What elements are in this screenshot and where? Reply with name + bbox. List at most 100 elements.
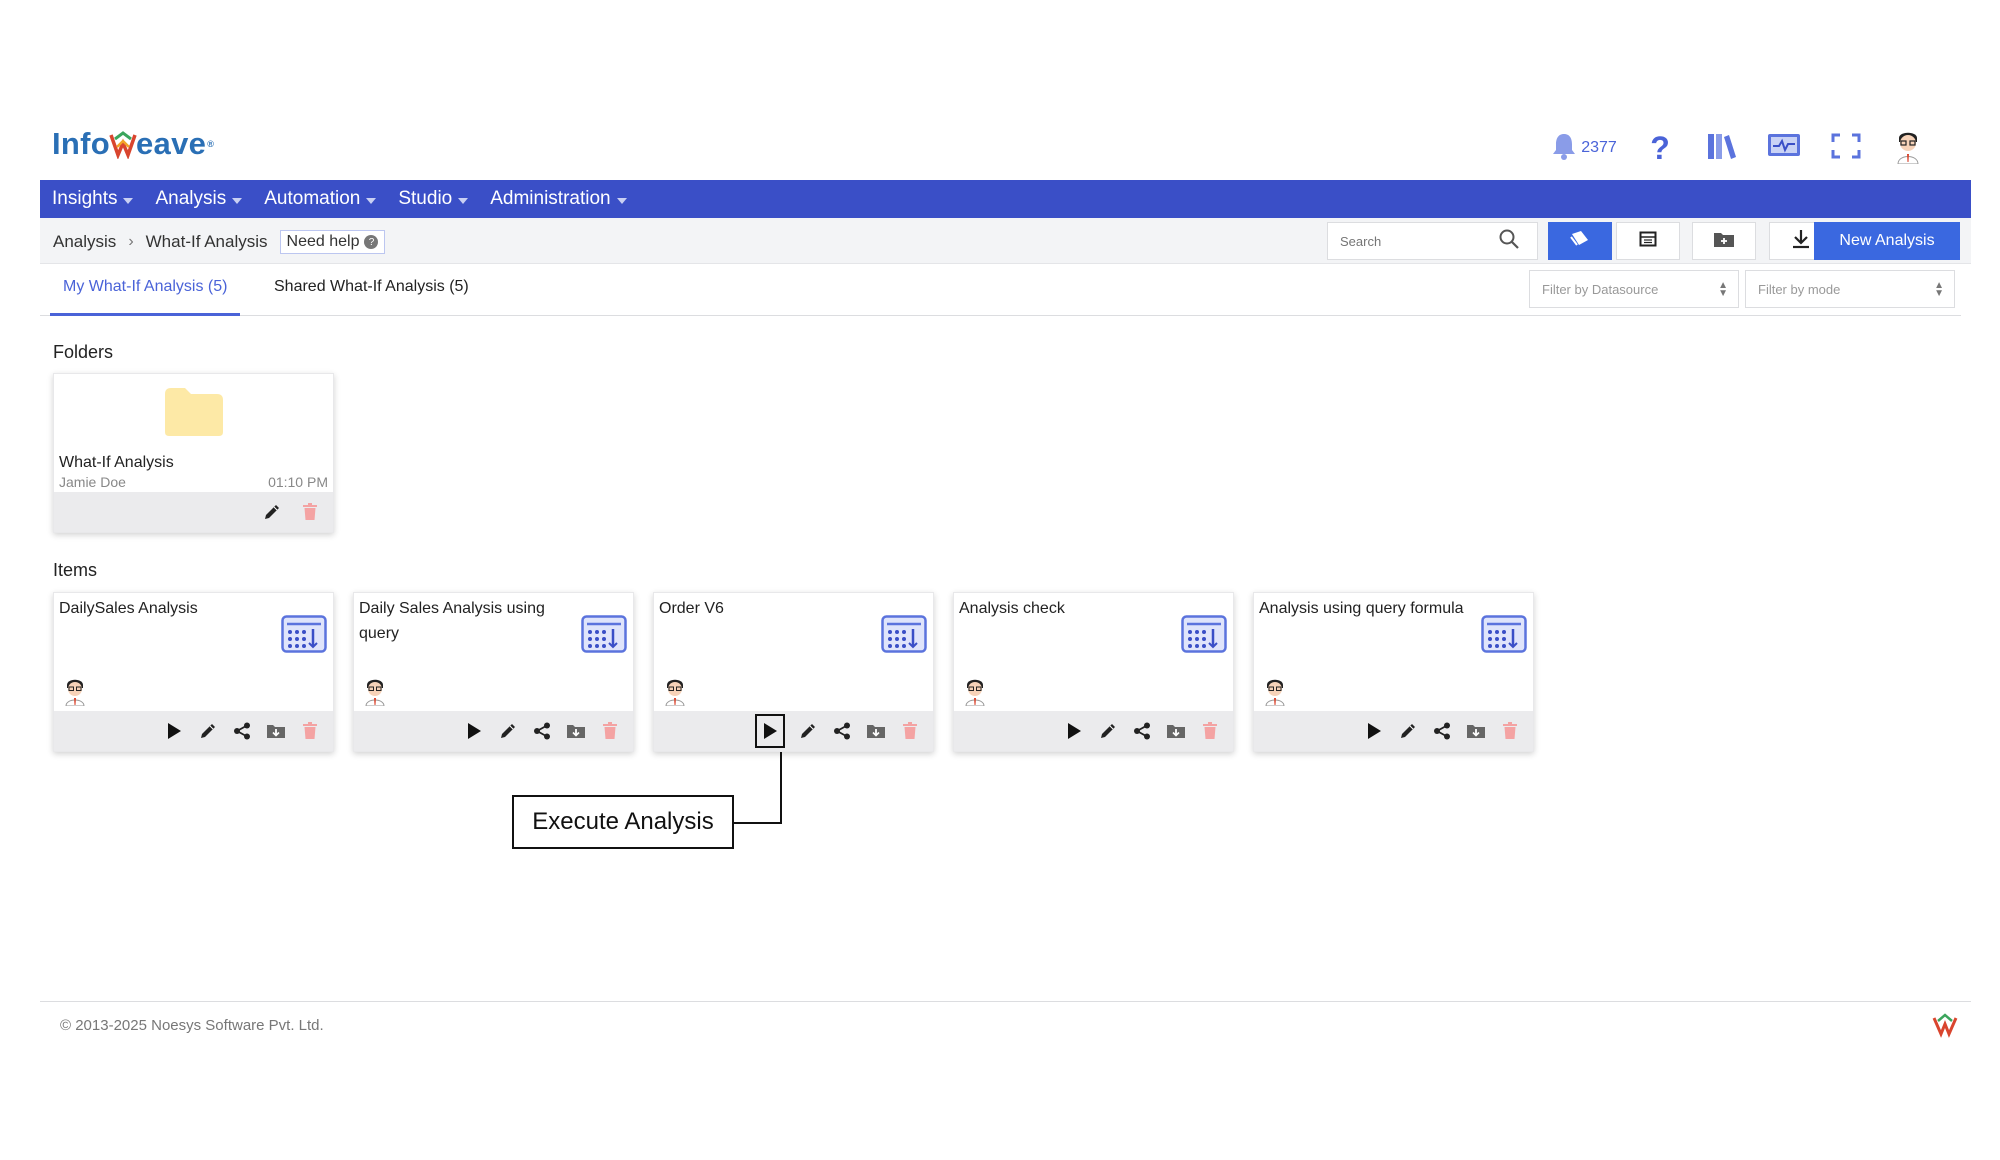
caret-down-icon bbox=[616, 197, 627, 204]
filter-datasource-select[interactable]: Filter by Datasource ▲ ▼ bbox=[1529, 270, 1739, 308]
delete-icon[interactable] bbox=[1199, 720, 1221, 742]
callout-connector bbox=[734, 822, 782, 824]
execute-play-icon[interactable] bbox=[463, 720, 485, 742]
execute-play-icon[interactable] bbox=[1363, 720, 1385, 742]
nav-studio[interactable]: Studio bbox=[398, 188, 469, 210]
nav-administration[interactable]: Administration bbox=[490, 188, 627, 210]
active-tab-indicator bbox=[50, 313, 240, 316]
tab-shared-what-if[interactable]: Shared What-If Analysis (5) bbox=[274, 278, 469, 296]
books-icon bbox=[1706, 131, 1738, 166]
owner-avatar-icon bbox=[62, 676, 88, 707]
execute-play-icon[interactable] bbox=[163, 720, 185, 742]
calculator-icon bbox=[1181, 615, 1227, 653]
move-to-folder-icon[interactable] bbox=[265, 720, 287, 742]
sort-arrows-icon: ▲ ▼ bbox=[1718, 280, 1728, 299]
help-icon: ? bbox=[364, 235, 379, 249]
new-folder-button[interactable] bbox=[1692, 222, 1756, 260]
edit-icon[interactable] bbox=[497, 720, 519, 742]
table-icon bbox=[1639, 231, 1657, 252]
question-mark-icon: ? bbox=[1650, 130, 1670, 166]
edit-icon[interactable] bbox=[1397, 720, 1419, 742]
main-nav: Insights Analysis Automation Studio Admi… bbox=[40, 180, 1971, 218]
move-to-folder-icon[interactable] bbox=[565, 720, 587, 742]
analysis-name: Analysis using query formula bbox=[1259, 600, 1464, 617]
folders-heading: Folders bbox=[53, 342, 114, 362]
copyright: © 2013-2025 Noesys Software Pvt. Ltd. bbox=[60, 1017, 324, 1034]
search-input[interactable] bbox=[1328, 233, 1498, 249]
calculator-icon bbox=[881, 615, 927, 653]
caret-down-icon bbox=[366, 197, 377, 204]
nav-insights[interactable]: Insights bbox=[52, 188, 134, 210]
sort-arrows-icon: ▲ ▼ bbox=[1934, 280, 1944, 299]
folder-card[interactable]: What-If Analysis Jamie Doe 01:10 PM bbox=[53, 373, 334, 533]
move-to-folder-icon[interactable] bbox=[1165, 720, 1187, 742]
edit-icon[interactable] bbox=[261, 501, 283, 523]
edit-icon[interactable] bbox=[1097, 720, 1119, 742]
breadcrumb-analysis[interactable]: Analysis bbox=[53, 232, 116, 252]
analysis-actions bbox=[654, 711, 933, 751]
nav-automation[interactable]: Automation bbox=[264, 188, 377, 210]
delete-icon[interactable] bbox=[599, 720, 621, 742]
need-help-button[interactable]: Need help ? bbox=[279, 230, 386, 254]
analysis-name: Order V6 bbox=[659, 600, 724, 617]
fullscreen-button[interactable] bbox=[1815, 128, 1877, 168]
monitor-button[interactable] bbox=[1753, 128, 1815, 168]
search-icon[interactable] bbox=[1498, 228, 1520, 255]
move-to-folder-icon[interactable] bbox=[1465, 720, 1487, 742]
card-view-icon bbox=[1569, 229, 1591, 254]
tab-my-what-if[interactable]: My What-If Analysis (5) bbox=[63, 278, 227, 296]
move-to-folder-icon[interactable] bbox=[865, 720, 887, 742]
bell-icon bbox=[1551, 132, 1577, 165]
delete-icon[interactable] bbox=[1499, 720, 1521, 742]
analysis-card[interactable]: Daily Sales Analysis using query bbox=[353, 592, 634, 752]
delete-icon[interactable] bbox=[299, 720, 321, 742]
caret-down-icon bbox=[458, 197, 469, 204]
analysis-actions bbox=[54, 711, 333, 751]
list-view-button[interactable] bbox=[1616, 222, 1680, 260]
share-icon[interactable] bbox=[831, 720, 853, 742]
analysis-actions bbox=[1254, 711, 1533, 751]
analysis-card[interactable]: Analysis check bbox=[953, 592, 1234, 752]
delete-icon[interactable] bbox=[899, 720, 921, 742]
share-icon[interactable] bbox=[1131, 720, 1153, 742]
edit-icon[interactable] bbox=[197, 720, 219, 742]
edit-icon[interactable] bbox=[797, 720, 819, 742]
nav-analysis[interactable]: Analysis bbox=[155, 188, 243, 210]
share-icon[interactable] bbox=[231, 720, 253, 742]
calculator-icon bbox=[281, 615, 327, 653]
library-button[interactable] bbox=[1691, 128, 1753, 168]
analysis-card[interactable]: Analysis using query formula bbox=[1253, 592, 1534, 752]
help-button[interactable]: ? bbox=[1629, 128, 1691, 168]
filter-mode-select[interactable]: Filter by mode ▲ ▼ bbox=[1745, 270, 1955, 308]
search-box bbox=[1327, 222, 1538, 260]
footer-divider bbox=[40, 1001, 1971, 1002]
owner-avatar-icon bbox=[1262, 676, 1288, 707]
owner-avatar-icon bbox=[362, 676, 388, 707]
folder-actions bbox=[54, 492, 333, 532]
notification-count: 2377 bbox=[1581, 139, 1617, 156]
app: Info eave ® 2377 ? Insights Analysis Aut… bbox=[40, 118, 1971, 316]
analysis-name: DailySales Analysis bbox=[59, 600, 198, 617]
folder-name: What-If Analysis bbox=[59, 454, 174, 471]
delete-icon[interactable] bbox=[299, 501, 321, 523]
execute-play-icon[interactable] bbox=[755, 714, 785, 748]
monitor-icon bbox=[1767, 132, 1801, 165]
infoveave-logo[interactable]: Info eave ® bbox=[52, 126, 214, 162]
execute-play-icon[interactable] bbox=[1063, 720, 1085, 742]
new-analysis-button[interactable]: New Analysis bbox=[1814, 222, 1960, 260]
notifications-button[interactable]: 2377 bbox=[1539, 128, 1629, 168]
card-view-button[interactable] bbox=[1548, 222, 1612, 260]
calculator-icon bbox=[581, 615, 627, 653]
tabs-row: My What-If Analysis (5) Shared What-If A… bbox=[40, 264, 1961, 316]
calculator-icon bbox=[1481, 615, 1527, 653]
share-icon[interactable] bbox=[531, 720, 553, 742]
folder-add-icon bbox=[1713, 230, 1735, 253]
chevron-right-icon: › bbox=[128, 233, 134, 250]
analysis-card[interactable]: Order V6 bbox=[653, 592, 934, 752]
analysis-card[interactable]: DailySales Analysis bbox=[53, 592, 334, 752]
fullscreen-icon bbox=[1831, 133, 1861, 164]
header: Info eave ® 2377 ? bbox=[40, 118, 1971, 180]
analysis-name: Analysis check bbox=[959, 600, 1065, 617]
user-avatar[interactable] bbox=[1877, 128, 1939, 168]
share-icon[interactable] bbox=[1431, 720, 1453, 742]
